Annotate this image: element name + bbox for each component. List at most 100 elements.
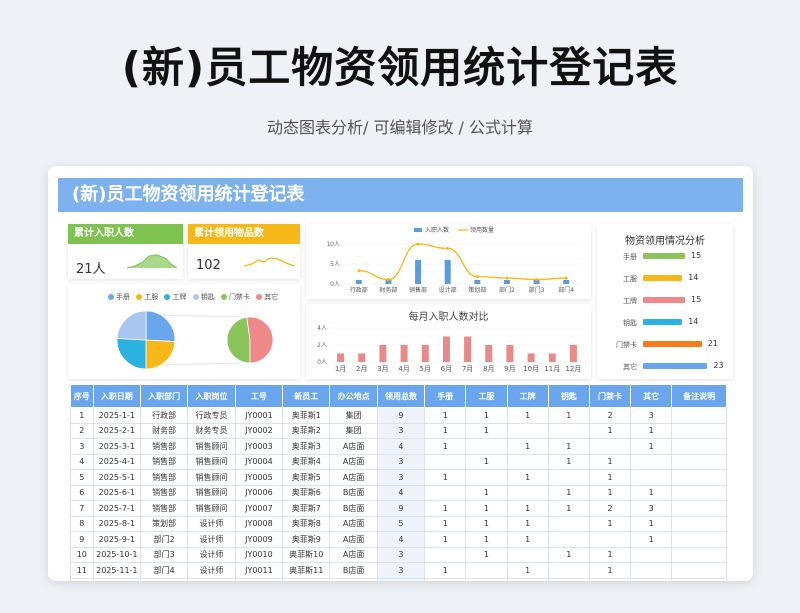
table-cell[interactable]: 2025-2-1 <box>92 422 142 439</box>
table-cell[interactable]: JY0007 <box>234 500 284 517</box>
table-cell[interactable] <box>671 438 727 455</box>
table-cell[interactable] <box>630 546 673 563</box>
table-cell[interactable]: JY0005 <box>234 469 284 486</box>
table-cell[interactable]: 1 <box>547 438 590 455</box>
table-cell[interactable]: 5 <box>376 515 426 532</box>
table-cell[interactable]: 1 <box>424 515 467 532</box>
table-cell[interactable]: 集团 <box>329 422 378 439</box>
table-cell[interactable] <box>671 453 727 470</box>
column-header[interactable]: 钥匙 <box>547 384 590 408</box>
column-header[interactable]: 备注说明 <box>671 384 727 408</box>
table-cell[interactable]: B店面 <box>329 577 378 581</box>
table-cell[interactable]: 1 <box>506 500 549 517</box>
table-cell[interactable]: 集团 <box>329 407 378 424</box>
table-cell[interactable]: 1 <box>588 577 632 581</box>
column-header[interactable]: 入职日期 <box>92 384 142 408</box>
table-cell[interactable]: 销售部 <box>139 484 189 501</box>
table-cell[interactable]: 1 <box>424 422 467 439</box>
table-cell[interactable] <box>671 515 727 532</box>
table-cell[interactable]: 1 <box>547 453 590 470</box>
table-cell[interactable]: 1 <box>506 562 549 579</box>
table-cell[interactable]: 财务部 <box>139 422 189 439</box>
table-cell[interactable]: B店面 <box>329 562 378 579</box>
table-cell[interactable] <box>671 577 727 581</box>
table-cell[interactable]: 设计师 <box>187 531 236 548</box>
table-cell[interactable]: 2025-7-1 <box>92 500 142 517</box>
table-cell[interactable]: 1 <box>506 515 549 532</box>
column-header[interactable]: 工服 <box>465 384 508 408</box>
table-cell[interactable]: 财务专员 <box>187 422 236 439</box>
table-cell[interactable]: JY0008 <box>234 515 284 532</box>
table-cell[interactable]: 6 <box>70 484 94 501</box>
column-header[interactable]: 办公地点 <box>329 384 378 408</box>
table-cell[interactable] <box>547 562 590 579</box>
table-cell[interactable]: 1 <box>506 438 549 455</box>
table-cell[interactable] <box>424 546 467 563</box>
table-cell[interactable]: 5 <box>70 469 94 486</box>
table-cell[interactable]: 1 <box>465 407 508 424</box>
table-cell[interactable]: 1 <box>424 500 467 517</box>
table-cell[interactable]: 1 <box>547 484 590 501</box>
table-cell[interactable]: 2 <box>588 500 632 517</box>
table-cell[interactable] <box>547 531 590 548</box>
table-cell[interactable]: JY0006 <box>234 484 284 501</box>
table-cell[interactable]: 9 <box>376 407 426 424</box>
table-cell[interactable]: 销售顾问 <box>187 469 236 486</box>
table-cell[interactable]: 4 <box>376 531 426 548</box>
table-cell[interactable]: 奥菲斯6 <box>282 484 331 501</box>
table-cell[interactable]: 1 <box>465 515 508 532</box>
table-cell[interactable]: A店面 <box>329 531 378 548</box>
table-cell[interactable] <box>547 469 590 486</box>
table-cell[interactable]: A店面 <box>329 469 378 486</box>
table-cell[interactable]: 1 <box>630 422 673 439</box>
table-cell[interactable]: 3 <box>376 546 426 563</box>
table-cell[interactable]: 部门3 <box>139 546 189 563</box>
column-header[interactable]: 领用总数 <box>376 384 426 408</box>
table-cell[interactable]: 3 <box>630 407 673 424</box>
table-cell[interactable]: 1 <box>465 577 508 581</box>
table-cell[interactable]: 4 <box>376 577 426 581</box>
table-cell[interactable] <box>671 531 727 548</box>
column-header[interactable]: 工号 <box>234 384 284 408</box>
table-cell[interactable]: 1 <box>588 484 632 501</box>
table-cell[interactable]: 1 <box>465 422 508 439</box>
table-cell[interactable]: A店面 <box>329 515 378 532</box>
table-cell[interactable]: 1 <box>424 562 467 579</box>
table-cell[interactable]: 行政专员 <box>187 407 236 424</box>
column-header[interactable]: 工牌 <box>506 384 549 408</box>
table-cell[interactable] <box>671 562 727 579</box>
table-cell[interactable]: 1 <box>630 531 673 548</box>
table-cell[interactable]: 设计部 <box>139 577 189 581</box>
table-cell[interactable]: 1 <box>465 500 508 517</box>
table-cell[interactable]: 1 <box>588 515 632 532</box>
table-cell[interactable] <box>547 515 590 532</box>
table-cell[interactable]: 销售部 <box>139 469 189 486</box>
table-cell[interactable]: A店面 <box>329 438 378 455</box>
table-cell[interactable]: 1 <box>588 469 632 486</box>
table-cell[interactable] <box>424 577 467 581</box>
table-cell[interactable] <box>588 438 632 455</box>
table-cell[interactable]: 12 <box>70 577 94 581</box>
table-cell[interactable]: 销售部 <box>139 453 189 470</box>
table-cell[interactable]: 销售顾问 <box>187 453 236 470</box>
table-cell[interactable]: 销售顾问 <box>187 484 236 501</box>
table-cell[interactable]: JY0010 <box>234 546 284 563</box>
table-cell[interactable]: 奥菲斯10 <box>282 546 331 563</box>
table-cell[interactable]: 1 <box>465 546 508 563</box>
table-cell[interactable]: JY0004 <box>234 453 284 470</box>
table-cell[interactable]: 1 <box>506 531 549 548</box>
table-cell[interactable]: 2 <box>70 422 94 439</box>
table-cell[interactable]: 1 <box>465 453 508 470</box>
table-cell[interactable] <box>588 531 632 548</box>
table-cell[interactable]: 1 <box>588 422 632 439</box>
table-cell[interactable]: 1 <box>547 500 590 517</box>
table-cell[interactable]: 3 <box>630 500 673 517</box>
table-cell[interactable]: 1 <box>630 438 673 455</box>
table-cell[interactable]: 3 <box>70 438 94 455</box>
column-header[interactable]: 其它 <box>630 384 673 408</box>
table-cell[interactable] <box>465 562 508 579</box>
table-cell[interactable]: 1 <box>547 407 590 424</box>
table-cell[interactable]: JY0012 <box>234 577 284 581</box>
table-cell[interactable]: 7 <box>70 500 94 517</box>
table-cell[interactable]: 1 <box>630 515 673 532</box>
